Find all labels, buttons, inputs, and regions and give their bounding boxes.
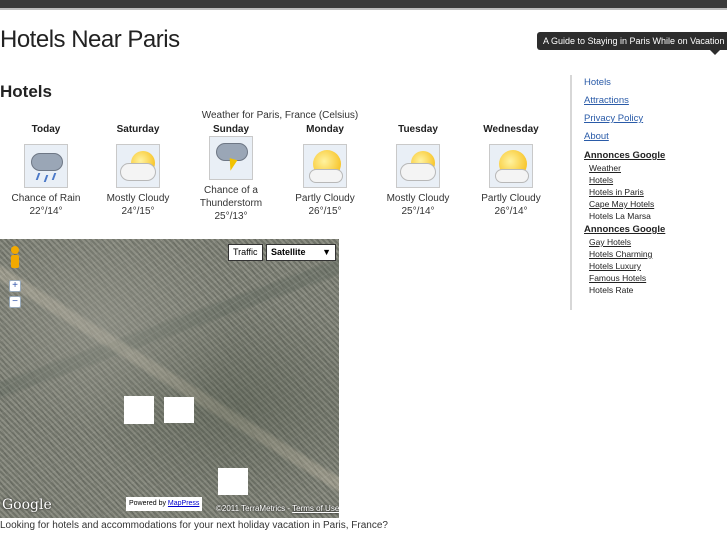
thunderstorm-icon — [209, 136, 253, 180]
weather-temp: 26°/15° — [308, 206, 342, 217]
google-logo: Google — [2, 497, 52, 513]
satellite-map[interactable]: + − Traffic Satellite ▼ Google Powered b… — [0, 239, 339, 518]
traffic-button[interactable]: Traffic — [228, 244, 263, 261]
copyright-text: ©2011 TerraMetrics - — [216, 504, 291, 513]
ad-block-title[interactable]: Annonces Google — [584, 224, 727, 236]
weather-temp: 25°/14° — [401, 206, 435, 217]
weather-condition: Partly Cloudy — [481, 193, 541, 204]
weather-condition: Mostly Cloudy — [386, 193, 450, 204]
map-copyright: ©2011 TerraMetrics - Terms of Use — [216, 504, 339, 513]
weather-day: Tuesday Mostly Cloudy 25°/14° — [372, 124, 464, 218]
ad-link[interactable]: Hotels Luxury — [589, 260, 727, 272]
ad-block: Annonces Google Gay Hotels Hotels Charmi… — [584, 224, 727, 296]
map-type-label: Satellite — [271, 247, 306, 257]
ad-link[interactable]: Hotels Charming — [589, 248, 727, 260]
zoom-out-button[interactable]: − — [9, 296, 21, 308]
ad-link[interactable]: Hotels Rate — [589, 284, 727, 296]
weather-day: Monday Partly Cloudy 26°/15° — [279, 124, 371, 218]
zoom-in-button[interactable]: + — [9, 280, 21, 292]
ad-block-title[interactable]: Annonces Google — [584, 150, 727, 162]
weather-condition: Chance of a Thunderstorm — [199, 185, 263, 209]
site-tagline: A Guide to Staying in Paris While on Vac… — [537, 32, 727, 55]
ad-link[interactable]: Hotels La Marsa — [589, 210, 727, 222]
rain-icon — [24, 144, 68, 188]
weather-caption: Weather for Paris, France (Celsius) — [201, 110, 359, 121]
weather-day: Today Chance of Rain 22°/14° — [0, 124, 92, 218]
weather-day-name: Monday — [306, 124, 344, 135]
nav-link-hotels[interactable]: Hotels — [584, 78, 727, 88]
terms-of-use-link[interactable]: Terms of Use — [292, 504, 339, 513]
nav-link-attractions[interactable]: Attractions — [584, 96, 727, 106]
ad-link[interactable]: Hotels in Paris — [589, 186, 727, 198]
weather-temp: 24°/15° — [121, 206, 155, 217]
powered-by-label: Powered by MapPress — [126, 497, 203, 511]
ad-link[interactable]: Cape May Hotels — [589, 198, 727, 210]
map-marker[interactable] — [218, 468, 248, 495]
weather-temp: 25°/13° — [214, 211, 248, 222]
weather-day-name: Wednesday — [483, 124, 539, 135]
weather-condition: Partly Cloudy — [295, 193, 355, 204]
partly-cloudy-icon — [489, 144, 533, 188]
weather-day-name: Today — [31, 124, 61, 135]
page-title: Hotels — [0, 82, 52, 101]
top-bar — [0, 0, 727, 10]
nav-link-privacy-policy[interactable]: Privacy Policy — [584, 114, 727, 124]
map-marker[interactable] — [164, 397, 194, 423]
nav-link-about[interactable]: About — [584, 132, 727, 142]
map-type-select[interactable]: Satellite ▼ — [266, 244, 336, 261]
mostly-cloudy-icon — [116, 144, 160, 188]
weather-day: Saturday Mostly Cloudy 24°/15° — [92, 124, 184, 218]
ad-block: Annonces Google Weather Hotels Hotels in… — [584, 150, 727, 222]
weather-day-name: Tuesday — [398, 124, 438, 135]
weather-day: Wednesday Partly Cloudy 26°/14° — [465, 124, 557, 218]
mostly-cloudy-icon — [396, 144, 440, 188]
weather-day: Sunday Chance of a Thunderstorm 25°/13° — [185, 124, 277, 223]
ad-link[interactable]: Weather — [589, 162, 727, 174]
weather-day-name: Saturday — [116, 124, 160, 135]
partly-cloudy-icon — [303, 144, 347, 188]
map-marker[interactable] — [124, 396, 154, 424]
powered-prefix: Powered by — [129, 500, 166, 507]
weather-condition: Mostly Cloudy — [106, 193, 170, 204]
ad-link[interactable]: Famous Hotels — [589, 272, 727, 284]
ad-link[interactable]: Hotels — [589, 174, 727, 186]
intro-text: Looking for hotels and accommodations fo… — [0, 520, 388, 531]
weather-temp: 22°/14° — [29, 206, 63, 217]
ad-link[interactable]: Gay Hotels — [589, 236, 727, 248]
weather-temp: 26°/14° — [494, 206, 528, 217]
mappress-link[interactable]: MapPress — [168, 500, 200, 507]
street-view-pegman-icon[interactable] — [10, 246, 20, 268]
sidebar-nav: Hotels Attractions Privacy Policy About — [584, 78, 727, 142]
chevron-down-icon: ▼ — [322, 247, 331, 257]
weather-condition: Chance of Rain — [11, 193, 81, 204]
sidebar: Hotels Attractions Privacy Policy About … — [570, 75, 727, 310]
site-title[interactable]: Hotels Near Paris — [0, 26, 180, 54]
